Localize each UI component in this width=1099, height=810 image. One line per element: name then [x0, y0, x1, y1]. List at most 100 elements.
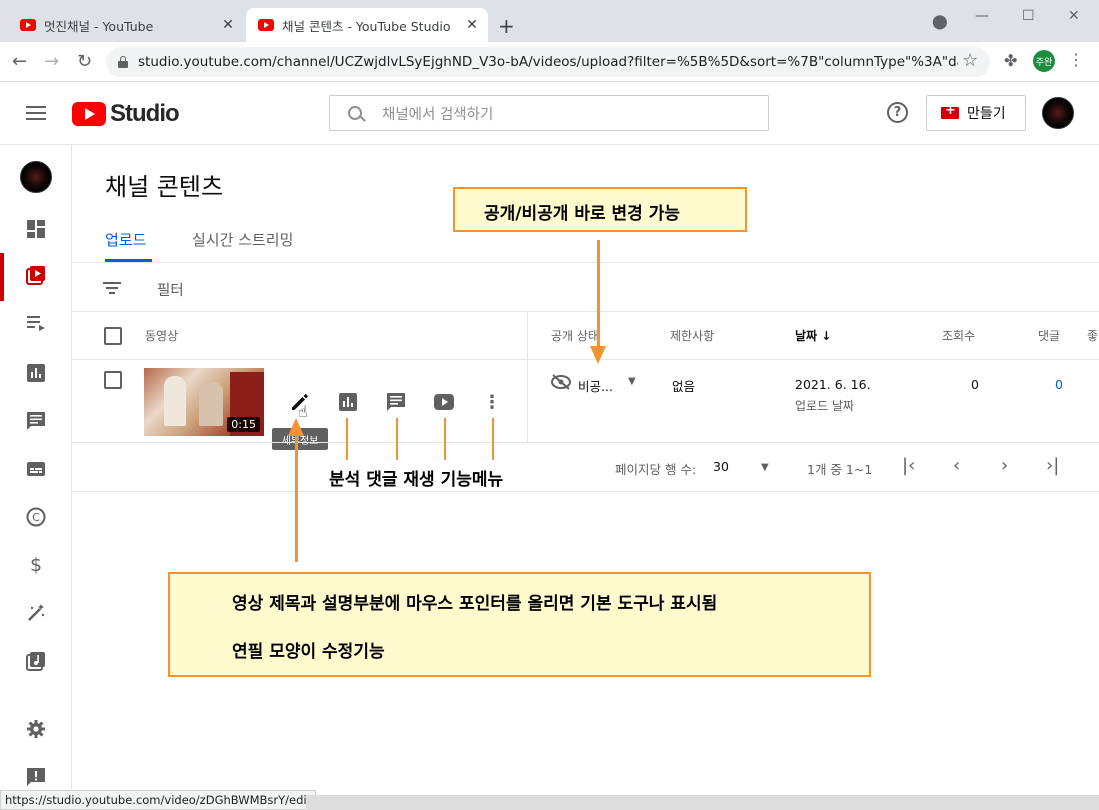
address-bar[interactable]: studio.youtube.com/channel/UCZwjdlvLSyEj…: [106, 47, 990, 77]
copyright-icon[interactable]: C: [26, 507, 46, 527]
visibility-hidden-icon: [551, 374, 571, 394]
browser-menu-icon[interactable]: ⋮: [1068, 50, 1084, 69]
video-thumbnail[interactable]: 0:15: [144, 368, 264, 436]
rows-per-page-select[interactable]: 30: [713, 459, 729, 474]
hamburger-menu-icon[interactable]: [26, 106, 46, 120]
create-button[interactable]: 만들기: [926, 95, 1026, 131]
date-subtext: 업로드 날짜: [795, 399, 855, 413]
youtube-logo-icon: [72, 102, 106, 126]
column-visibility[interactable]: 공개 상태: [551, 327, 599, 344]
close-tab-icon[interactable]: ✕: [218, 17, 238, 33]
horizontal-scrollbar[interactable]: [306, 795, 1099, 810]
search-input[interactable]: 채널에서 검색하기: [329, 95, 769, 131]
audio-library-icon[interactable]: [26, 651, 46, 671]
logo-text: Studio: [110, 100, 180, 127]
forward-icon[interactable]: →: [44, 51, 59, 72]
monetization-icon[interactable]: $: [26, 554, 46, 576]
profile-avatar[interactable]: 주완: [1033, 50, 1055, 72]
column-video[interactable]: 동영상: [145, 327, 178, 344]
svg-text:C: C: [32, 511, 40, 524]
search-icon: [348, 106, 362, 120]
filter-icon[interactable]: [103, 282, 121, 294]
last-page-icon[interactable]: ›|: [1046, 455, 1059, 476]
select-all-checkbox[interactable]: [104, 327, 122, 345]
extensions-icon[interactable]: ✤: [1004, 51, 1017, 70]
more-options-icon[interactable]: ⋮: [482, 392, 502, 413]
window-close-icon[interactable]: ✕: [1068, 8, 1080, 24]
sidebar-active-indicator: [0, 253, 4, 301]
analytics-icon[interactable]: [338, 392, 358, 412]
annotation-text-visibility: 공개/비공개 바로 변경 가능: [484, 204, 681, 224]
settings-icon[interactable]: [26, 719, 46, 739]
reload-icon[interactable]: ↻: [77, 51, 92, 72]
annotation-caption-actions: 분석 댓글 재생 기능메뉴: [329, 470, 504, 490]
youtube-favicon-icon: [20, 19, 36, 31]
previous-page-icon[interactable]: ‹: [953, 455, 960, 476]
studio-logo[interactable]: Studio: [72, 100, 180, 128]
subtitles-icon[interactable]: [26, 459, 46, 479]
url-text: studio.youtube.com/channel/UCZwjdlvLSyEj…: [138, 54, 958, 70]
minimize-icon[interactable]: —: [975, 8, 989, 24]
column-restrictions[interactable]: 제한사항: [670, 327, 714, 344]
close-tab-icon[interactable]: ✕: [462, 17, 482, 33]
comments-icon[interactable]: [26, 411, 46, 431]
link-status-bar: https://studio.youtube.com/video/zDGhBWM…: [0, 790, 317, 810]
annotation-line-play: [444, 418, 446, 460]
new-tab-icon[interactable]: +: [498, 14, 515, 38]
analytics-icon[interactable]: [26, 363, 46, 383]
row-checkbox[interactable]: [104, 371, 122, 389]
divider: [72, 359, 1099, 360]
column-comments[interactable]: 댓글: [1038, 327, 1060, 344]
annotation-arrow-line: [597, 240, 600, 352]
annotation-arrow-line-edit: [295, 434, 298, 562]
feedback-icon[interactable]: [26, 767, 46, 787]
annotation-line-more: [492, 418, 494, 460]
next-page-icon[interactable]: ›: [1001, 455, 1008, 476]
annotation-text-edit-2: 연필 모양이 수정기능: [232, 642, 385, 662]
dashboard-icon[interactable]: [26, 219, 46, 239]
dropdown-arrow-icon[interactable]: ▼: [761, 462, 769, 473]
filter-input[interactable]: 필터: [157, 279, 184, 300]
browser-toolbar: ← → ↻ studio.youtube.com/channel/UCZwjdl…: [0, 42, 1099, 82]
visibility-dropdown[interactable]: 비공...: [578, 376, 613, 395]
page-title: 채널 콘텐츠: [105, 173, 224, 201]
divider: [72, 491, 1099, 492]
sort-arrow-icon: ↓: [821, 329, 832, 343]
maximize-icon[interactable]: ☐: [1022, 8, 1035, 24]
column-views[interactable]: 조회수: [942, 327, 975, 344]
browser-tab-youtube[interactable]: 멋진채널 - YouTube ✕: [8, 8, 244, 42]
tab-live-streaming[interactable]: 실시간 스트리밍: [192, 229, 293, 250]
play-icon[interactable]: [434, 392, 454, 412]
date-value: 2021. 6. 16.: [795, 377, 871, 392]
divider: [72, 262, 1099, 263]
divider: [72, 442, 1099, 443]
search-placeholder: 채널에서 검색하기: [382, 106, 494, 123]
tab-search-icon[interactable]: ⬤: [932, 14, 948, 30]
content-icon[interactable]: [26, 265, 46, 285]
comments-icon[interactable]: [386, 392, 406, 412]
column-date[interactable]: 날짜 ↓: [795, 327, 831, 344]
browser-tab-strip: 멋진채널 - YouTube ✕ 채널 콘텐츠 - YouTube Studio…: [0, 0, 1099, 42]
restrictions-value: 없음: [672, 379, 696, 394]
account-avatar[interactable]: [1042, 97, 1074, 129]
back-icon[interactable]: ←: [12, 51, 27, 72]
rows-per-page-label: 페이지당 행 수:: [615, 462, 697, 477]
customization-icon[interactable]: [26, 603, 46, 623]
studio-header: Studio 채널에서 검색하기 ? 만들기: [0, 82, 1099, 145]
lock-icon: [118, 56, 128, 68]
column-separator: [527, 312, 528, 442]
first-page-icon[interactable]: |‹: [902, 455, 915, 476]
video-camera-icon: [941, 103, 959, 119]
dropdown-arrow-icon[interactable]: ▼: [628, 376, 636, 387]
annotation-line-comments: [396, 418, 398, 460]
browser-tab-studio[interactable]: 채널 콘텐츠 - YouTube Studio ✕: [246, 8, 488, 42]
column-likes[interactable]: 좋: [1087, 327, 1098, 344]
channel-avatar[interactable]: [20, 161, 52, 193]
annotation-line-analytics: [346, 418, 348, 460]
tab-upload[interactable]: 업로드: [105, 229, 146, 250]
video-duration: 0:15: [227, 417, 260, 432]
help-icon[interactable]: ?: [887, 102, 908, 123]
bookmark-star-icon[interactable]: ☆: [962, 50, 978, 71]
comments-value[interactable]: 0: [1055, 377, 1063, 392]
playlists-icon[interactable]: [26, 313, 46, 333]
